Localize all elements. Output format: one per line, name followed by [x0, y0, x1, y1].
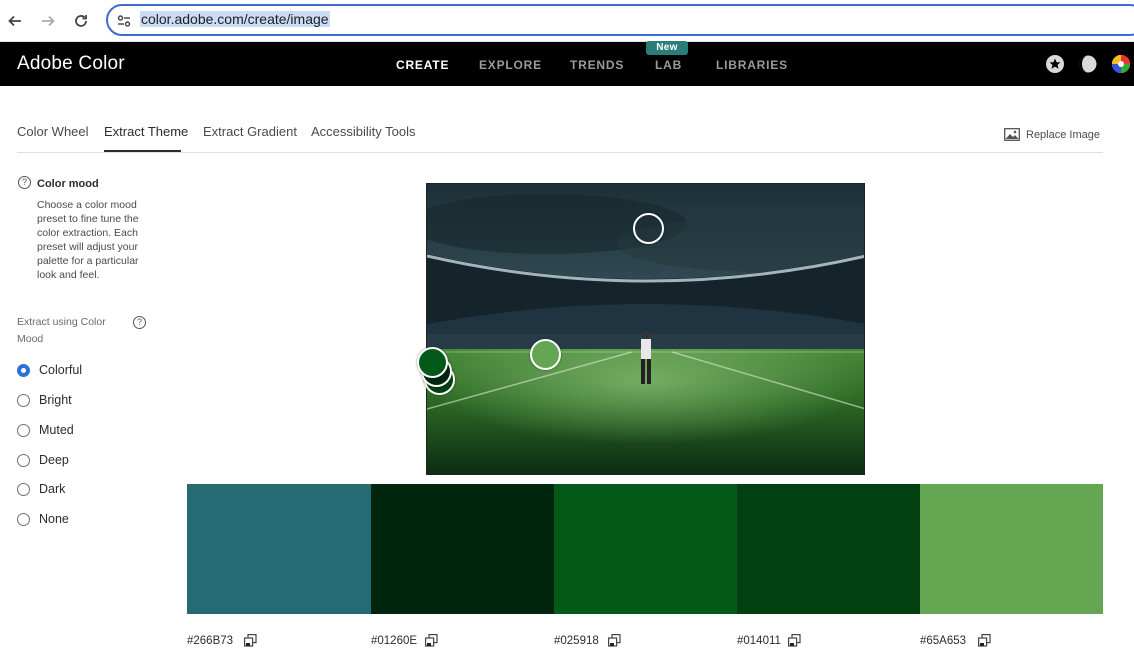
mood-option-label: Dark [39, 482, 66, 496]
new-badge: New [646, 41, 688, 55]
copy-icon[interactable] [978, 634, 991, 647]
swatch-hex[interactable]: #014011 [737, 635, 781, 647]
help-icon[interactable]: ? [18, 176, 31, 189]
mood-option-colorful[interactable]: Colorful [17, 363, 82, 377]
address-bar[interactable]: color.adobe.com/create/image [106, 4, 1134, 36]
radio-icon[interactable] [17, 393, 30, 407]
swatch-3[interactable] [554, 484, 737, 614]
tab-extract-theme[interactable]: Extract Theme [104, 124, 188, 139]
tab-color-wheel[interactable]: Color Wheel [17, 124, 89, 139]
swatch-hex[interactable]: #025918 [554, 635, 599, 647]
color-wheel-icon[interactable] [1111, 54, 1131, 74]
source-image[interactable] [426, 183, 865, 475]
nav-create[interactable]: CREATE [396, 58, 449, 72]
radio-selected-icon[interactable] [17, 363, 30, 377]
nav-lab[interactable]: LAB [655, 58, 682, 72]
nav-libraries[interactable]: LIBRARIES [716, 58, 788, 72]
color-picker-handle[interactable] [417, 347, 448, 378]
tab-extract-gradient[interactable]: Extract Gradient [203, 124, 297, 139]
theme-toggle-icon[interactable] [1078, 54, 1098, 74]
forward-arrow-icon[interactable] [36, 9, 60, 33]
extract-help-icon[interactable]: ? [133, 316, 146, 329]
mood-option-deep[interactable]: Deep [17, 453, 69, 467]
copy-icon[interactable] [425, 634, 438, 647]
replace-image-button[interactable]: Replace Image [1004, 128, 1100, 141]
swatch-5[interactable] [920, 484, 1103, 614]
copy-icon[interactable] [608, 634, 621, 647]
mood-option-none[interactable]: None [17, 512, 69, 526]
radio-icon[interactable] [17, 453, 30, 467]
swatch-1[interactable] [187, 484, 371, 614]
mood-option-label: Colorful [39, 363, 83, 377]
app-logo[interactable]: Adobe Color [17, 53, 125, 75]
favorites-star-icon[interactable] [1045, 54, 1065, 74]
swatch-hex[interactable]: #65A653 [920, 635, 966, 647]
mood-option-dark[interactable]: Dark [17, 482, 65, 496]
extract-mood-label: Extract using Color Mood [17, 316, 106, 345]
reload-icon[interactable] [69, 9, 93, 33]
mood-option-label: None [39, 512, 69, 526]
back-arrow-icon[interactable] [3, 9, 27, 33]
app-header: Adobe Color CREATE EXPLORE TRENDS LAB Ne… [0, 41, 1134, 86]
swatch-hex[interactable]: #266B73 [187, 635, 233, 647]
replace-image-label: Replace Image [1026, 128, 1100, 141]
nav-trends[interactable]: TRENDS [570, 58, 624, 72]
radio-icon[interactable] [17, 512, 30, 526]
copy-icon[interactable] [788, 634, 801, 647]
image-icon [1004, 128, 1020, 141]
copy-icon[interactable] [244, 634, 257, 647]
mood-option-muted[interactable]: Muted [17, 423, 74, 437]
mood-option-label: Bright [39, 393, 72, 407]
color-picker-handle[interactable] [633, 213, 664, 244]
mood-option-label: Deep [39, 453, 69, 467]
radio-icon[interactable] [17, 482, 30, 496]
browser-toolbar: color.adobe.com/create/image [0, 0, 1134, 42]
color-mood-title: Color mood [37, 178, 99, 190]
swatch-2[interactable] [371, 484, 554, 614]
tabs-divider [17, 152, 1103, 153]
color-picker-handle[interactable] [530, 339, 561, 370]
color-mood-description: Choose a color mood preset to fine tune … [37, 199, 139, 281]
swatch-4[interactable] [737, 484, 920, 614]
swatch-hex[interactable]: #01260E [371, 635, 417, 647]
nav-explore[interactable]: EXPLORE [479, 58, 542, 72]
mood-option-bright[interactable]: Bright [17, 393, 72, 407]
radio-icon[interactable] [17, 423, 30, 437]
tab-accessibility-tools[interactable]: Accessibility Tools [311, 124, 416, 139]
site-settings-icon[interactable] [116, 13, 132, 29]
mood-option-label: Muted [39, 423, 74, 437]
url-text[interactable]: color.adobe.com/create/image [140, 11, 330, 27]
